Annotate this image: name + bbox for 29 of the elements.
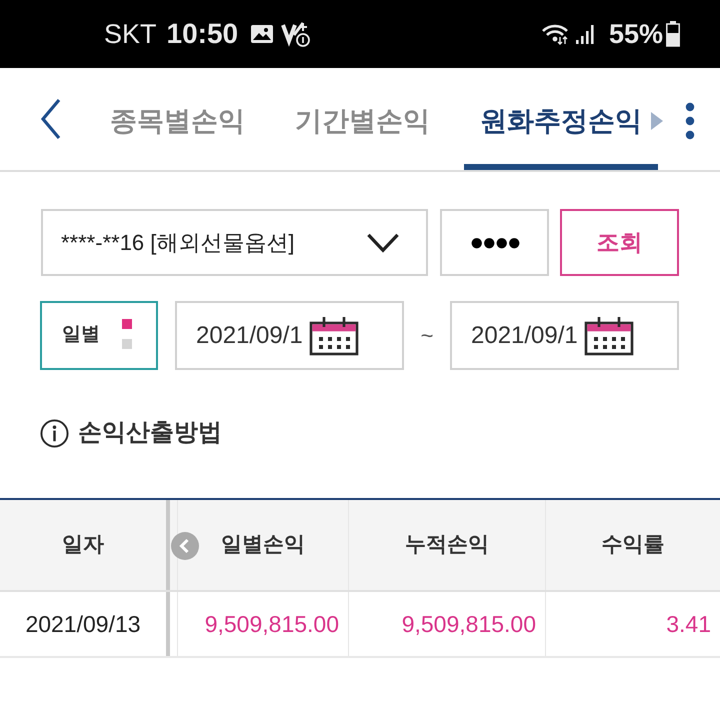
signal-icon [574,23,595,45]
date-field[interactable]: 2021/09/1 [175,301,404,370]
table-cell: 3.41 [545,592,720,656]
search-button[interactable]: 조회 [560,209,679,276]
tab[interactable]: 원화추정손익 [464,68,658,170]
column-header: 누적손익 [348,500,545,590]
table-cell: 9,509,815.00 [348,592,545,656]
info-link[interactable]: 손익산출방법 [78,415,222,451]
battery-icon [666,21,680,47]
clock-time: 10:50 [166,20,238,48]
info-icon[interactable] [40,418,69,448]
calendar-icon[interactable] [308,316,359,356]
carrier-name: SKT [104,20,157,48]
more-menu-icon[interactable] [685,102,695,140]
calendar-icon[interactable] [584,316,634,356]
check-badge-icon [281,21,312,47]
battery-percent: 55% [608,20,663,48]
range-separator: ~ [420,322,434,350]
password-field[interactable]: ●●●● [440,209,549,276]
account-dropdown[interactable]: ****-**16 [해외선물옵션] [41,209,428,276]
table-cell: 2021/09/13 [0,592,170,656]
column-header: 수익률 [545,500,720,590]
table-cell: 9,509,815.00 [177,592,348,656]
image-icon [250,24,274,44]
back-chevron-icon[interactable] [40,98,62,140]
chevron-down-icon[interactable] [366,232,400,252]
date-field[interactable]: 2021/09/1 [450,301,679,370]
period-unit-select[interactable]: 일별 [40,301,158,370]
wifi-icon [540,23,569,45]
